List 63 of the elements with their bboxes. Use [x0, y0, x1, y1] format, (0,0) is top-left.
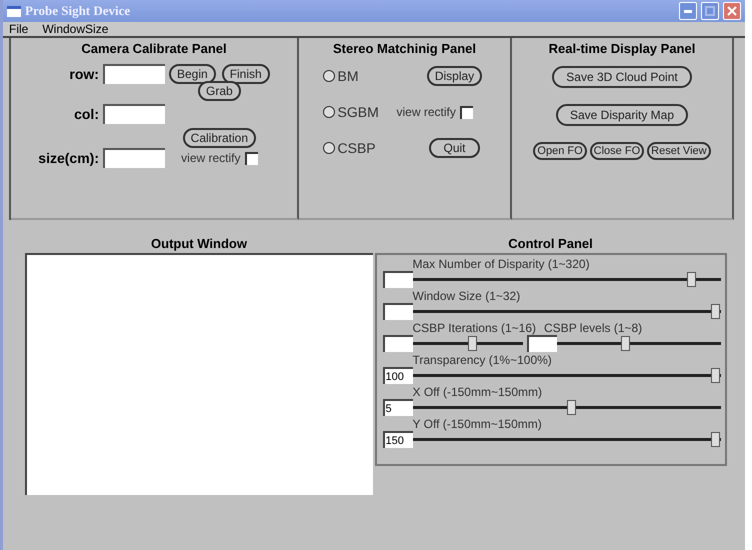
begin-button[interactable]: Begin [168, 64, 216, 84]
radio-label: CSBP [338, 140, 376, 156]
radio-button[interactable] [322, 70, 334, 82]
close-button[interactable] [723, 2, 741, 20]
field-label: col: [73, 106, 99, 122]
calibration-button[interactable]: Calibration [182, 128, 256, 148]
field-label: size(cm): [38, 150, 99, 166]
slider-thumb[interactable] [621, 336, 630, 351]
slider-label: Window Size (1~32) [412, 289, 522, 303]
slider-label: Transparency (1%~100%) [412, 353, 553, 367]
slider-label: Max Number of Disparity (1~320) [412, 257, 591, 271]
panel-button[interactable]: Close FO [590, 142, 644, 160]
menu-item[interactable]: WindowSize [42, 22, 108, 36]
minimize-icon [684, 10, 692, 12]
slider-thumb[interactable] [710, 304, 720, 319]
menu-item[interactable]: File [9, 22, 28, 36]
section-title: Control Panel [508, 236, 593, 251]
grab-button[interactable]: Grab [198, 81, 241, 101]
slider-label: CSBP Iterations (1~16) [412, 321, 536, 335]
finish-button[interactable]: Finish [222, 64, 270, 84]
section-title: Output Window [151, 236, 247, 251]
radio-label: SGBM [338, 104, 379, 120]
window-title: Probe Sight Device [25, 3, 132, 19]
slider-label: Y Off (-150mm~150mm) [412, 417, 543, 431]
panel-title: Camera Calibrate Panel [81, 41, 227, 56]
window-icon [7, 6, 21, 16]
slider-thumb[interactable] [686, 272, 696, 287]
value-field[interactable]: 5 [382, 399, 412, 416]
slider-label: X Off (-150mm~150mm) [412, 385, 543, 399]
value-field[interactable] [382, 271, 412, 288]
value-field[interactable] [382, 303, 412, 320]
display-button[interactable]: Display [426, 66, 482, 86]
value-field[interactable]: 100 [382, 367, 412, 384]
radio-button[interactable] [322, 142, 334, 154]
field-label: row: [68, 66, 99, 82]
panel-button[interactable]: Reset View [647, 142, 711, 160]
radio-button[interactable] [322, 106, 334, 118]
quit-button[interactable]: Quit [429, 138, 480, 158]
slider-thumb[interactable] [567, 400, 576, 415]
checkbox-label: view rectify [396, 105, 456, 119]
save-button[interactable]: Save Disparity Map [556, 104, 688, 126]
value-field[interactable]: 150 [382, 431, 412, 448]
panel-button[interactable]: Open FO [533, 142, 587, 160]
maximize-button[interactable] [701, 2, 719, 20]
input-field[interactable] [102, 104, 165, 124]
checkbox-label: view rectify [181, 151, 241, 165]
value-field[interactable] [382, 335, 412, 352]
slider-label: CSBP levels (1~8) [544, 321, 642, 335]
input-field[interactable] [102, 64, 165, 84]
slider-thumb[interactable] [468, 336, 476, 351]
slider-thumb[interactable] [710, 432, 720, 447]
checkbox[interactable] [244, 152, 258, 164]
maximize-icon [705, 6, 715, 16]
input-field[interactable] [102, 148, 165, 168]
slider-thumb[interactable] [710, 368, 720, 383]
save-button[interactable]: Save 3D Cloud Point [552, 66, 692, 88]
checkbox[interactable] [460, 106, 473, 118]
minimize-button[interactable] [679, 2, 697, 20]
value-field[interactable] [526, 335, 556, 352]
close-icon [727, 6, 737, 16]
panel-title: Real-time Display Panel [548, 41, 696, 56]
panel-title: Stereo Matchinig Panel [332, 41, 476, 56]
radio-label: BM [338, 68, 358, 84]
